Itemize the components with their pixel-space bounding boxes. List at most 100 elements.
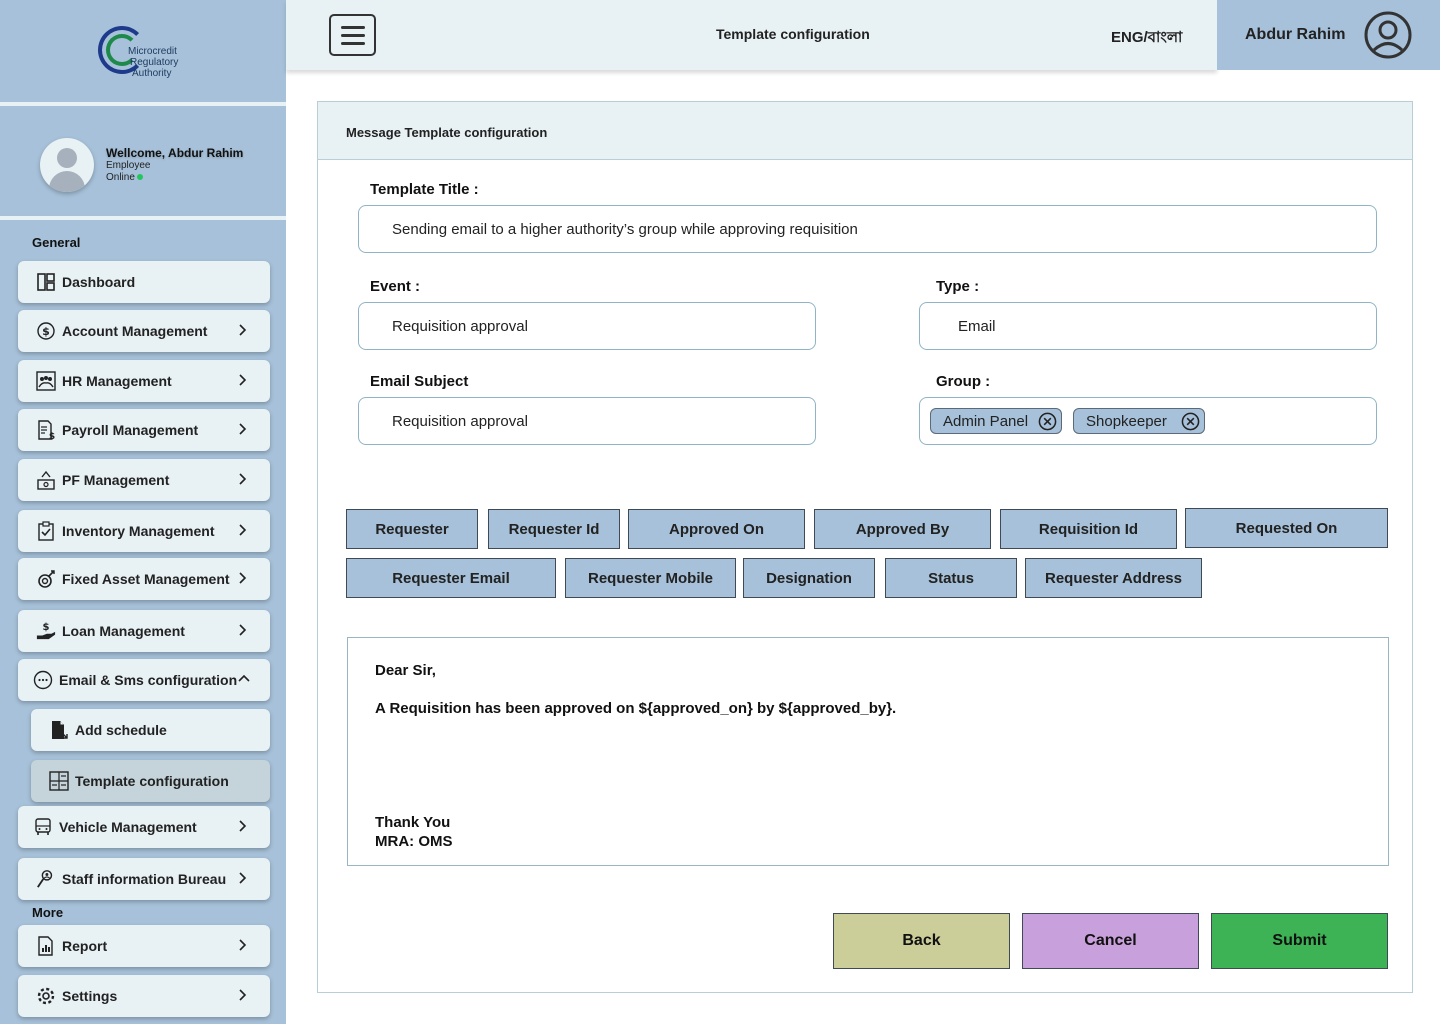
sidebar-item-add-schedule[interactable]: Add schedule bbox=[31, 709, 270, 751]
svg-text:$: $ bbox=[42, 325, 50, 338]
placeholder-requester-id[interactable]: Requester Id bbox=[488, 509, 620, 549]
asset-ring-icon bbox=[36, 569, 56, 589]
hamburger-menu-button[interactable] bbox=[329, 14, 376, 56]
placeholder-approved-on[interactable]: Approved On bbox=[628, 509, 805, 549]
online-dot-icon bbox=[136, 174, 143, 180]
chevron-right-icon bbox=[239, 872, 247, 884]
placeholder-status[interactable]: Status bbox=[885, 558, 1017, 598]
team-icon bbox=[36, 371, 56, 391]
logo-line-2: Regulatory bbox=[130, 57, 179, 68]
sidebar-item-pf-management[interactable]: PF Management bbox=[18, 459, 270, 501]
remove-chip-icon[interactable] bbox=[1038, 412, 1057, 431]
menu-bar bbox=[340, 25, 365, 29]
placeholder-approved-by[interactable]: Approved By bbox=[814, 509, 991, 549]
template-grid-icon bbox=[49, 771, 69, 791]
bus-icon bbox=[33, 817, 53, 837]
dashboard-icon bbox=[36, 272, 56, 292]
chevron-right-icon bbox=[239, 374, 247, 386]
sidebar-item-label: Vehicle Management bbox=[59, 819, 197, 835]
sidebar-item-fixed-asset-management[interactable]: Fixed Asset Management bbox=[18, 558, 270, 600]
submit-button[interactable]: Submit bbox=[1211, 913, 1388, 969]
message-closing: Thank You bbox=[375, 814, 451, 831]
sidebar-item-label: Payroll Management bbox=[62, 422, 199, 438]
cancel-button[interactable]: Cancel bbox=[1022, 913, 1199, 969]
sidebar-item-report[interactable]: Report bbox=[18, 925, 270, 967]
message-body-editor[interactable]: Dear Sir, A Requisition has been approve… bbox=[347, 637, 1389, 866]
chip-label: Admin Panel bbox=[943, 412, 1029, 430]
avatar bbox=[40, 138, 94, 192]
type-label: Type : bbox=[936, 278, 980, 295]
sidebar-item-payroll-management[interactable]: $ Payroll Management bbox=[18, 409, 270, 451]
online-status: Online bbox=[106, 172, 143, 183]
sidebar-item-label: Account Management bbox=[62, 323, 208, 339]
group-chip-shopkeeper: Shopkeeper bbox=[1073, 408, 1205, 434]
email-subject-input[interactable]: Requisition approval bbox=[358, 397, 816, 445]
user-menu[interactable]: Abdur Rahim bbox=[1217, 0, 1440, 70]
sidebar-item-vehicle-management[interactable]: Vehicle Management bbox=[18, 806, 270, 848]
chevron-right-icon bbox=[239, 939, 247, 951]
sidebar-item-label: Fixed Asset Management bbox=[62, 571, 230, 587]
menu-bar bbox=[340, 33, 365, 37]
remove-chip-icon[interactable] bbox=[1181, 412, 1200, 431]
language-toggle[interactable]: ENG/বাংলা bbox=[1111, 26, 1182, 51]
mra-logo: Microcredit Regulatory Authority bbox=[98, 26, 208, 86]
staff-search-icon bbox=[36, 869, 56, 889]
chevron-right-icon bbox=[239, 423, 247, 435]
placeholder-requester[interactable]: Requester bbox=[346, 509, 478, 549]
svg-text:$: $ bbox=[43, 622, 50, 633]
event-label: Event : bbox=[370, 278, 421, 295]
group-label: Group : bbox=[936, 373, 991, 390]
avatar-head bbox=[57, 148, 77, 168]
card-header: Message Template configuration bbox=[318, 102, 1412, 160]
section-more: More bbox=[32, 905, 64, 920]
logo-line-3: Authority bbox=[132, 68, 172, 79]
chevron-right-icon bbox=[239, 524, 247, 536]
sidebar-item-label: Loan Management bbox=[62, 623, 185, 639]
logo-text: Microcredit Regulatory Authority bbox=[128, 46, 178, 79]
placeholder-requisition-id[interactable]: Requisition Id bbox=[1000, 509, 1177, 549]
sidebar-item-loan-management[interactable]: $ Loan Management bbox=[18, 610, 270, 652]
logo-area: Microcredit Regulatory Authority bbox=[0, 0, 286, 106]
chevron-right-icon bbox=[239, 989, 247, 1001]
top-header: Template configuration ENG/বাংলা bbox=[286, 0, 1217, 70]
message-signature: MRA: OMS bbox=[375, 833, 453, 850]
sidebar-item-label: HR Management bbox=[62, 373, 172, 389]
sidebar-item-label: Email & Sms configuration bbox=[59, 672, 238, 688]
sidebar-item-label: Staff information Bureau bbox=[62, 871, 227, 887]
email-subject-label: Email Subject bbox=[370, 373, 469, 390]
sidebar-item-label: Report bbox=[62, 938, 108, 954]
loan-hand-icon: $ bbox=[36, 621, 56, 641]
gear-icon bbox=[36, 986, 56, 1006]
placeholder-requester-email[interactable]: Requester Email bbox=[346, 558, 556, 598]
role-text: Employee bbox=[106, 160, 151, 171]
placeholder-requested-on[interactable]: Requested On bbox=[1185, 508, 1388, 548]
user-avatar-icon[interactable] bbox=[1363, 10, 1413, 60]
sidebar-item-settings[interactable]: Settings bbox=[18, 975, 270, 1017]
template-title-input[interactable]: Sending email to a higher authority’s gr… bbox=[358, 205, 1377, 253]
chevron-right-icon bbox=[239, 324, 247, 336]
back-button[interactable]: Back bbox=[833, 913, 1010, 969]
placeholder-designation[interactable]: Designation bbox=[743, 558, 875, 598]
section-general: General bbox=[32, 235, 81, 250]
placeholder-requester-mobile[interactable]: Requester Mobile bbox=[565, 558, 736, 598]
sidebar-item-dashboard[interactable]: Dashboard bbox=[18, 261, 270, 303]
sidebar-item-staff-information-bureau[interactable]: Staff information Bureau bbox=[18, 858, 270, 900]
sidebar-item-hr-management[interactable]: HR Management bbox=[18, 360, 270, 402]
sidebar-item-label: Template configuration bbox=[75, 773, 229, 789]
event-input[interactable]: Requisition approval bbox=[358, 302, 816, 350]
sidebar-item-account-management[interactable]: $ Account Management bbox=[18, 310, 270, 352]
chevron-right-icon bbox=[239, 572, 247, 584]
sidebar-item-email-sms-configuration[interactable]: Email & Sms configuration bbox=[18, 659, 270, 701]
sidebar-item-template-configuration[interactable]: Template configuration bbox=[31, 760, 270, 802]
fund-transfer-icon bbox=[36, 470, 56, 490]
sidebar-item-inventory-management[interactable]: Inventory Management bbox=[18, 510, 270, 552]
card-title: Message Template configuration bbox=[346, 125, 548, 140]
placeholder-requester-address[interactable]: Requester Address bbox=[1025, 558, 1202, 598]
group-multiselect[interactable]: Admin Panel Shopkeeper bbox=[919, 397, 1377, 445]
status-text: Online bbox=[106, 172, 135, 183]
sidebar-item-label: Dashboard bbox=[62, 274, 136, 290]
chevron-up-icon bbox=[238, 674, 250, 682]
group-chip-admin-panel: Admin Panel bbox=[930, 408, 1062, 434]
clipboard-check-icon bbox=[36, 521, 56, 541]
type-input[interactable]: Email bbox=[919, 302, 1377, 350]
